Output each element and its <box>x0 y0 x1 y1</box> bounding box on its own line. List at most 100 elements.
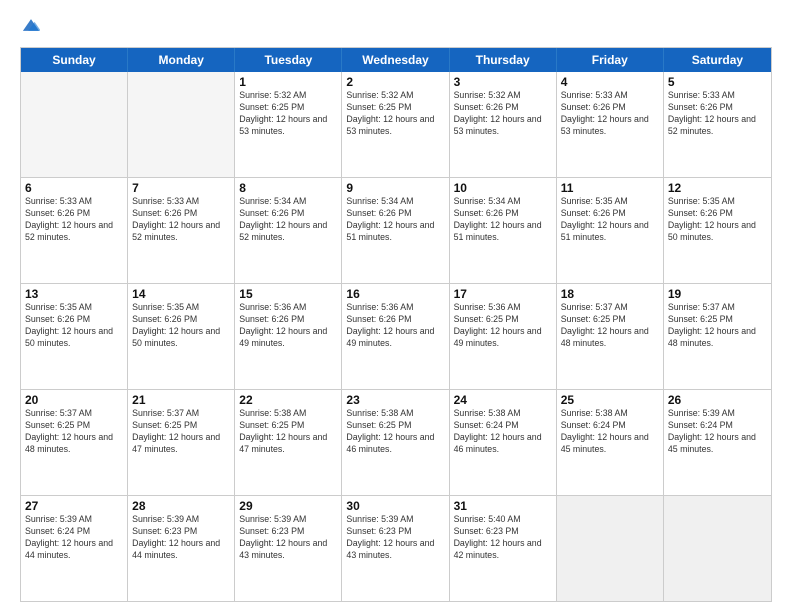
calendar-cell: 23Sunrise: 5:38 AM Sunset: 6:25 PM Dayli… <box>342 390 449 495</box>
day-number: 11 <box>561 181 659 195</box>
header-day-wednesday: Wednesday <box>342 48 449 72</box>
cell-info: Sunrise: 5:38 AM Sunset: 6:24 PM Dayligh… <box>454 408 552 456</box>
calendar-cell: 21Sunrise: 5:37 AM Sunset: 6:25 PM Dayli… <box>128 390 235 495</box>
logo-icon <box>22 16 40 34</box>
day-number: 28 <box>132 499 230 513</box>
day-number: 13 <box>25 287 123 301</box>
day-number: 16 <box>346 287 444 301</box>
calendar-cell: 29Sunrise: 5:39 AM Sunset: 6:23 PM Dayli… <box>235 496 342 601</box>
calendar-cell: 19Sunrise: 5:37 AM Sunset: 6:25 PM Dayli… <box>664 284 771 389</box>
calendar-row-5: 27Sunrise: 5:39 AM Sunset: 6:24 PM Dayli… <box>21 495 771 601</box>
cell-info: Sunrise: 5:38 AM Sunset: 6:24 PM Dayligh… <box>561 408 659 456</box>
cell-info: Sunrise: 5:35 AM Sunset: 6:26 PM Dayligh… <box>668 196 767 244</box>
calendar-cell: 27Sunrise: 5:39 AM Sunset: 6:24 PM Dayli… <box>21 496 128 601</box>
header <box>20 16 772 39</box>
day-number: 27 <box>25 499 123 513</box>
day-number: 14 <box>132 287 230 301</box>
cell-info: Sunrise: 5:34 AM Sunset: 6:26 PM Dayligh… <box>346 196 444 244</box>
day-number: 29 <box>239 499 337 513</box>
header-day-friday: Friday <box>557 48 664 72</box>
calendar-cell: 2Sunrise: 5:32 AM Sunset: 6:25 PM Daylig… <box>342 72 449 177</box>
calendar-cell: 16Sunrise: 5:36 AM Sunset: 6:26 PM Dayli… <box>342 284 449 389</box>
calendar-cell: 5Sunrise: 5:33 AM Sunset: 6:26 PM Daylig… <box>664 72 771 177</box>
calendar-cell <box>21 72 128 177</box>
day-number: 7 <box>132 181 230 195</box>
cell-info: Sunrise: 5:36 AM Sunset: 6:25 PM Dayligh… <box>454 302 552 350</box>
page: SundayMondayTuesdayWednesdayThursdayFrid… <box>0 0 792 612</box>
cell-info: Sunrise: 5:36 AM Sunset: 6:26 PM Dayligh… <box>239 302 337 350</box>
calendar-cell: 20Sunrise: 5:37 AM Sunset: 6:25 PM Dayli… <box>21 390 128 495</box>
calendar-cell: 9Sunrise: 5:34 AM Sunset: 6:26 PM Daylig… <box>342 178 449 283</box>
calendar-cell: 18Sunrise: 5:37 AM Sunset: 6:25 PM Dayli… <box>557 284 664 389</box>
logo <box>20 16 42 39</box>
calendar-cell: 14Sunrise: 5:35 AM Sunset: 6:26 PM Dayli… <box>128 284 235 389</box>
calendar-row-3: 13Sunrise: 5:35 AM Sunset: 6:26 PM Dayli… <box>21 283 771 389</box>
calendar-cell <box>557 496 664 601</box>
cell-info: Sunrise: 5:37 AM Sunset: 6:25 PM Dayligh… <box>561 302 659 350</box>
cell-info: Sunrise: 5:35 AM Sunset: 6:26 PM Dayligh… <box>25 302 123 350</box>
calendar-cell: 26Sunrise: 5:39 AM Sunset: 6:24 PM Dayli… <box>664 390 771 495</box>
day-number: 23 <box>346 393 444 407</box>
cell-info: Sunrise: 5:35 AM Sunset: 6:26 PM Dayligh… <box>561 196 659 244</box>
cell-info: Sunrise: 5:37 AM Sunset: 6:25 PM Dayligh… <box>25 408 123 456</box>
day-number: 9 <box>346 181 444 195</box>
day-number: 21 <box>132 393 230 407</box>
calendar-row-2: 6Sunrise: 5:33 AM Sunset: 6:26 PM Daylig… <box>21 177 771 283</box>
cell-info: Sunrise: 5:33 AM Sunset: 6:26 PM Dayligh… <box>132 196 230 244</box>
calendar-cell: 28Sunrise: 5:39 AM Sunset: 6:23 PM Dayli… <box>128 496 235 601</box>
cell-info: Sunrise: 5:32 AM Sunset: 6:25 PM Dayligh… <box>346 90 444 138</box>
cell-info: Sunrise: 5:35 AM Sunset: 6:26 PM Dayligh… <box>132 302 230 350</box>
header-day-sunday: Sunday <box>21 48 128 72</box>
cell-info: Sunrise: 5:40 AM Sunset: 6:23 PM Dayligh… <box>454 514 552 562</box>
calendar-row-1: 1 Sunrise: 5:32 AM Sunset: 6:25 PM Daylig… <box>21 72 771 177</box>
calendar-cell: 1Sunrise: 5:32 AM Sunset: 6:25 PM Daylig… <box>235 72 342 177</box>
day-number: 1 <box>239 75 337 89</box>
day-number: 31 <box>454 499 552 513</box>
cell-info: Sunrise: 5:38 AM Sunset: 6:25 PM Dayligh… <box>239 408 337 456</box>
day-number: 3 <box>454 75 552 89</box>
day-number: 4 <box>561 75 659 89</box>
calendar-cell: 12Sunrise: 5:35 AM Sunset: 6:26 PM Dayli… <box>664 178 771 283</box>
cell-info: Sunrise: 5:33 AM Sunset: 6:26 PM Dayligh… <box>25 196 123 244</box>
cell-info: Sunrise: 5:39 AM Sunset: 6:23 PM Dayligh… <box>346 514 444 562</box>
calendar-cell: 10Sunrise: 5:34 AM Sunset: 6:26 PM Dayli… <box>450 178 557 283</box>
calendar-cell: 15Sunrise: 5:36 AM Sunset: 6:26 PM Dayli… <box>235 284 342 389</box>
header-day-tuesday: Tuesday <box>235 48 342 72</box>
day-number: 19 <box>668 287 767 301</box>
calendar-cell: 7Sunrise: 5:33 AM Sunset: 6:26 PM Daylig… <box>128 178 235 283</box>
calendar-cell: 4Sunrise: 5:33 AM Sunset: 6:26 PM Daylig… <box>557 72 664 177</box>
calendar-cell: 31Sunrise: 5:40 AM Sunset: 6:23 PM Dayli… <box>450 496 557 601</box>
calendar: SundayMondayTuesdayWednesdayThursdayFrid… <box>20 47 772 602</box>
calendar-body: 1 Sunrise: 5:32 AM Sunset: 6:25 PM Daylig… <box>21 72 771 601</box>
cell-info: Sunrise: 5:39 AM Sunset: 6:24 PM Dayligh… <box>668 408 767 456</box>
cell-info: Sunrise: 5:33 AM Sunset: 6:26 PM Dayligh… <box>561 90 659 138</box>
day-number: 5 <box>668 75 767 89</box>
day-number: 18 <box>561 287 659 301</box>
day-number: 10 <box>454 181 552 195</box>
day-number: 15 <box>239 287 337 301</box>
calendar-cell: 25Sunrise: 5:38 AM Sunset: 6:24 PM Dayli… <box>557 390 664 495</box>
calendar-cell: 22Sunrise: 5:38 AM Sunset: 6:25 PM Dayli… <box>235 390 342 495</box>
header-day-thursday: Thursday <box>450 48 557 72</box>
day-number: 30 <box>346 499 444 513</box>
cell-info: Sunrise: 5:37 AM Sunset: 6:25 PM Dayligh… <box>668 302 767 350</box>
day-number: 25 <box>561 393 659 407</box>
calendar-cell: 3Sunrise: 5:32 AM Sunset: 6:26 PM Daylig… <box>450 72 557 177</box>
day-number: 17 <box>454 287 552 301</box>
cell-info: Sunrise: 5:32 AM Sunset: 6:26 PM Dayligh… <box>454 90 552 138</box>
calendar-row-4: 20Sunrise: 5:37 AM Sunset: 6:25 PM Dayli… <box>21 389 771 495</box>
calendar-header: SundayMondayTuesdayWednesdayThursdayFrid… <box>21 48 771 72</box>
cell-info: Sunrise: 5:39 AM Sunset: 6:24 PM Dayligh… <box>25 514 123 562</box>
day-number: 2 <box>346 75 444 89</box>
header-day-monday: Monday <box>128 48 235 72</box>
day-number: 12 <box>668 181 767 195</box>
day-number: 24 <box>454 393 552 407</box>
cell-info: Sunrise: 5:34 AM Sunset: 6:26 PM Dayligh… <box>454 196 552 244</box>
day-number: 8 <box>239 181 337 195</box>
cell-info: Sunrise: 5:38 AM Sunset: 6:25 PM Dayligh… <box>346 408 444 456</box>
day-number: 26 <box>668 393 767 407</box>
calendar-cell: 13Sunrise: 5:35 AM Sunset: 6:26 PM Dayli… <box>21 284 128 389</box>
calendar-cell: 8Sunrise: 5:34 AM Sunset: 6:26 PM Daylig… <box>235 178 342 283</box>
calendar-cell: 30Sunrise: 5:39 AM Sunset: 6:23 PM Dayli… <box>342 496 449 601</box>
cell-info: Sunrise: 5:33 AM Sunset: 6:26 PM Dayligh… <box>668 90 767 138</box>
